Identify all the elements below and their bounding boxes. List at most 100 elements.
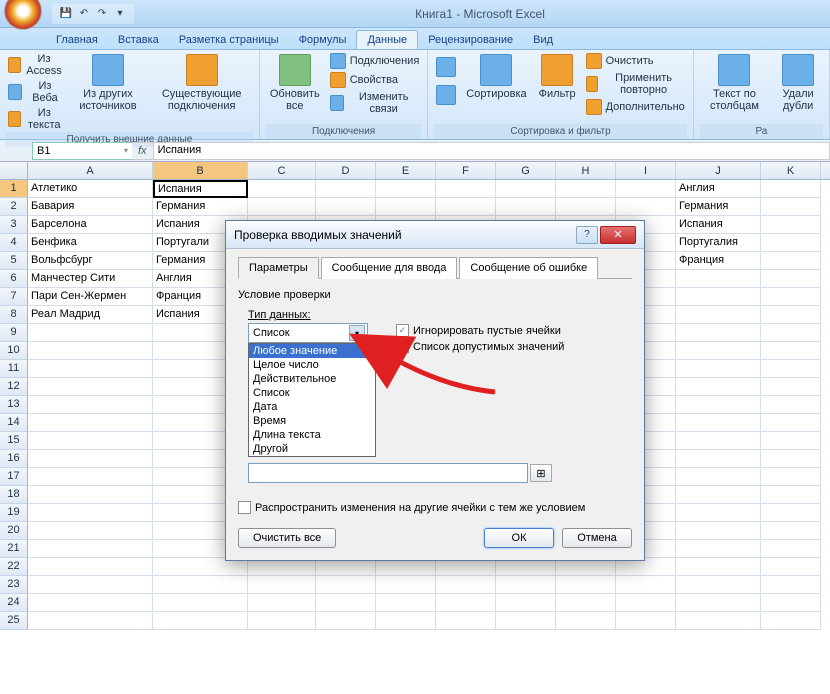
- tab-Вставка[interactable]: Вставка: [108, 31, 169, 49]
- row-header[interactable]: 2: [0, 198, 28, 216]
- cell[interactable]: [28, 414, 153, 432]
- cell[interactable]: [676, 270, 761, 288]
- dialog-titlebar[interactable]: Проверка вводимых значений ? ✕: [226, 221, 644, 249]
- row-header[interactable]: 25: [0, 612, 28, 630]
- column-header[interactable]: C: [248, 162, 316, 179]
- row-header[interactable]: 23: [0, 576, 28, 594]
- cell[interactable]: [376, 576, 436, 594]
- cell[interactable]: [676, 324, 761, 342]
- cell[interactable]: [761, 486, 821, 504]
- row-header[interactable]: 16: [0, 450, 28, 468]
- cell[interactable]: [676, 360, 761, 378]
- cell[interactable]: [28, 522, 153, 540]
- row-header[interactable]: 21: [0, 540, 28, 558]
- from-other-sources-button[interactable]: Из других источников: [69, 52, 146, 114]
- source-input[interactable]: [248, 463, 528, 483]
- sort-button[interactable]: Сортировка: [462, 52, 530, 102]
- select-all-corner[interactable]: [0, 162, 28, 179]
- cell[interactable]: [153, 594, 248, 612]
- cell[interactable]: [376, 612, 436, 630]
- cell[interactable]: [761, 306, 821, 324]
- propagate-checkbox[interactable]: Распространить изменения на другие ячейк…: [238, 501, 632, 514]
- tab-Главная[interactable]: Главная: [46, 31, 108, 49]
- cell[interactable]: [316, 576, 376, 594]
- cell[interactable]: Англия: [676, 180, 761, 198]
- tab-parameters[interactable]: Параметры: [238, 257, 319, 279]
- cell[interactable]: [761, 414, 821, 432]
- cell[interactable]: [556, 180, 616, 198]
- cell[interactable]: [316, 180, 376, 198]
- connections-button[interactable]: Подключения: [328, 52, 422, 70]
- cell[interactable]: [616, 576, 676, 594]
- cell[interactable]: [676, 450, 761, 468]
- cell[interactable]: [761, 342, 821, 360]
- cell[interactable]: [316, 594, 376, 612]
- row-header[interactable]: 8: [0, 306, 28, 324]
- cell[interactable]: [761, 540, 821, 558]
- cell[interactable]: [556, 612, 616, 630]
- cell[interactable]: [436, 612, 496, 630]
- cell[interactable]: [676, 540, 761, 558]
- cell[interactable]: [676, 558, 761, 576]
- row-header[interactable]: 6: [0, 270, 28, 288]
- cell[interactable]: [761, 594, 821, 612]
- cell[interactable]: [761, 234, 821, 252]
- cell[interactable]: [496, 612, 556, 630]
- cell[interactable]: [28, 432, 153, 450]
- sort-az-button[interactable]: [434, 56, 458, 78]
- cell[interactable]: [676, 576, 761, 594]
- cell[interactable]: [556, 594, 616, 612]
- cell[interactable]: [761, 360, 821, 378]
- cell[interactable]: [28, 558, 153, 576]
- row-header[interactable]: 15: [0, 432, 28, 450]
- refresh-all-button[interactable]: Обновить все: [266, 52, 324, 114]
- cell[interactable]: [676, 504, 761, 522]
- name-box[interactable]: B1: [32, 142, 132, 160]
- tab-error-alert[interactable]: Сообщение об ошибке: [459, 257, 598, 279]
- row-header[interactable]: 1: [0, 180, 28, 198]
- cell[interactable]: [761, 396, 821, 414]
- cell[interactable]: Атлетико: [28, 180, 153, 198]
- row-header[interactable]: 7: [0, 288, 28, 306]
- cell[interactable]: [676, 288, 761, 306]
- row-header[interactable]: 19: [0, 504, 28, 522]
- cell[interactable]: [316, 198, 376, 216]
- cell[interactable]: [676, 522, 761, 540]
- cell[interactable]: Пари Сен-Жермен: [28, 288, 153, 306]
- clear-all-button[interactable]: Очистить все: [238, 528, 336, 548]
- row-header[interactable]: 14: [0, 414, 28, 432]
- cell[interactable]: Испания▾: [153, 180, 248, 198]
- cell[interactable]: [153, 612, 248, 630]
- cell[interactable]: [556, 198, 616, 216]
- cell[interactable]: [376, 180, 436, 198]
- row-header[interactable]: 3: [0, 216, 28, 234]
- cell[interactable]: [248, 612, 316, 630]
- sort-za-button[interactable]: [434, 84, 458, 106]
- cell[interactable]: [28, 378, 153, 396]
- cell[interactable]: [761, 216, 821, 234]
- cell[interactable]: Манчестер Сити: [28, 270, 153, 288]
- cell[interactable]: [676, 468, 761, 486]
- cell[interactable]: [676, 378, 761, 396]
- cell[interactable]: [28, 450, 153, 468]
- cell[interactable]: Германия: [153, 198, 248, 216]
- cell[interactable]: [376, 594, 436, 612]
- type-select[interactable]: Список ▾: [248, 323, 368, 343]
- cell[interactable]: [676, 594, 761, 612]
- cell[interactable]: [496, 180, 556, 198]
- redo-icon[interactable]: ↷: [94, 6, 110, 22]
- cell[interactable]: [761, 468, 821, 486]
- row-header[interactable]: 24: [0, 594, 28, 612]
- cell[interactable]: [28, 504, 153, 522]
- cell[interactable]: [761, 288, 821, 306]
- column-header[interactable]: J: [676, 162, 761, 179]
- remove-duplicates-button[interactable]: Удали дубли: [773, 52, 823, 114]
- cell[interactable]: Испания: [676, 216, 761, 234]
- dropdown-option[interactable]: Дата: [249, 400, 375, 414]
- cell[interactable]: [616, 180, 676, 198]
- cell[interactable]: [496, 198, 556, 216]
- properties-button[interactable]: Свойства: [328, 71, 422, 89]
- cell[interactable]: [761, 324, 821, 342]
- cell[interactable]: [248, 198, 316, 216]
- cell[interactable]: [436, 594, 496, 612]
